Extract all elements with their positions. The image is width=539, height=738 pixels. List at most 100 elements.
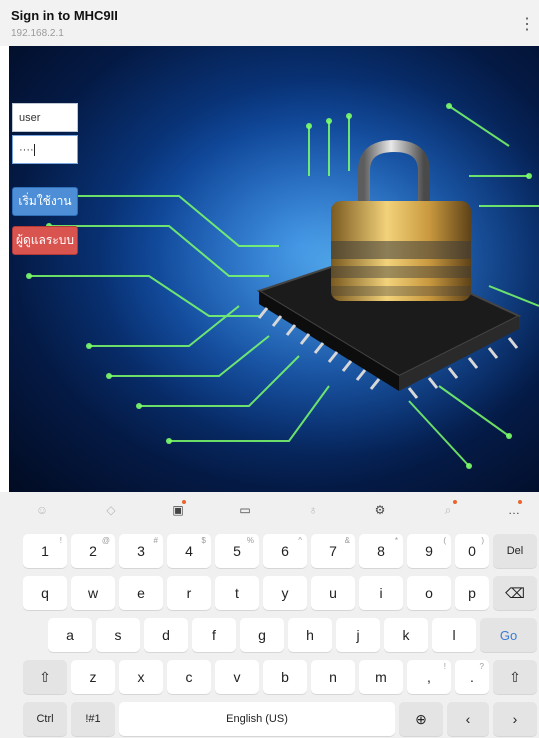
key-alt: $ [201,536,206,545]
key-1[interactable]: 1! [23,534,67,568]
key-label: 9 [425,543,433,559]
key-alt: ! [443,662,446,671]
key-y[interactable]: y [263,576,307,610]
key-label: 3 [137,543,145,559]
emoji-icon[interactable]: ☺ [34,502,50,518]
key-label: 4 [185,543,193,559]
sticker-icon[interactable]: ◇ [103,502,119,518]
notification-dot [453,500,457,504]
key-x[interactable]: x [119,660,163,694]
key-label: 5 [233,543,241,559]
search-icon[interactable]: ⌕ [440,502,456,518]
keyboard-toolbar: ☺ ◇ ▣ ▭ ♁ ⚙ ⌕ … [0,492,539,528]
key-m[interactable]: m [359,660,403,694]
key-6[interactable]: 6 ^ [263,534,307,568]
onscreen-keyboard: ☺ ◇ ▣ ▭ ♁ ⚙ ⌕ … 1! 2 @ 3 # 4 $ 5% 6 ^ 7 & 8 * … [0,492,539,738]
key-alt: # [153,536,158,545]
key-i[interactable]: i [359,576,403,610]
key-9[interactable]: 9( [407,534,451,568]
key-label: 0 [468,543,476,559]
key-period[interactable]: .? [455,660,489,694]
password-field[interactable]: ···· [12,135,78,164]
key-n[interactable]: n [311,660,355,694]
key-alt: ^ [298,536,302,545]
key-label: . [470,669,474,685]
key-j[interactable]: j [336,618,380,652]
key-label: 7 [329,543,337,559]
key-label: 6 [281,543,289,559]
key-z[interactable]: z [71,660,115,694]
password-value: ···· [19,144,34,156]
key-a[interactable]: a [48,618,92,652]
go-key[interactable]: Go [480,618,537,652]
text-cursor [33,144,35,157]
key-e[interactable]: e [119,576,163,610]
settings-icon[interactable]: ⚙ [372,502,388,518]
cursor-right-icon[interactable]: › [493,702,537,736]
key-4[interactable]: 4 $ [167,534,211,568]
mic-icon[interactable]: ♁ [305,502,321,518]
key-alt: % [246,536,254,545]
browser-header: Sign in to MHC9II 192.168.2.1 ⋮ [0,0,539,46]
key-b[interactable]: b [263,660,307,694]
key-label: 8 [377,543,385,559]
more-vertical-icon[interactable]: ⋮ [519,14,535,34]
delete-key[interactable]: Del [493,534,537,568]
key-alt: & [344,536,350,545]
security-background-image [26,76,539,469]
key-alt: ! [59,536,62,545]
key-alt: ? [479,662,484,671]
key-5[interactable]: 5% [215,534,259,568]
key-o[interactable]: o [407,576,451,610]
key-d[interactable]: d [144,618,188,652]
key-c[interactable]: c [167,660,211,694]
key-alt: ) [481,536,484,545]
key-g[interactable]: g [240,618,284,652]
key-label: , [427,669,431,685]
key-u[interactable]: u [311,576,355,610]
notification-dot [182,500,186,504]
username-value: user [19,112,41,124]
address-text[interactable]: 192.168.2.1 [11,28,64,39]
screen: Sign in to MHC9II 192.168.2.1 ⋮ user ···… [0,0,539,738]
key-0[interactable]: 0) [455,534,489,568]
key-alt: * [394,536,398,545]
key-label: 1 [41,543,49,559]
key-w[interactable]: w [71,576,115,610]
start-button[interactable]: เริ่มใช้งาน [12,187,78,216]
key-r[interactable]: r [167,576,211,610]
symbols-key[interactable]: !#1 [71,702,115,736]
key-t[interactable]: t [215,576,259,610]
ctrl-key[interactable]: Ctrl [23,702,67,736]
shift-right-icon[interactable]: ⇧ [493,660,537,694]
key-v[interactable]: v [215,660,259,694]
key-f[interactable]: f [192,618,236,652]
space-key[interactable]: English (US) [119,702,395,736]
clipboard-icon[interactable]: ▣ [170,502,186,518]
keyboard-icon[interactable]: ▭ [237,502,253,518]
globe-icon[interactable]: ⊕ [399,702,443,736]
key-2[interactable]: 2 @ [71,534,115,568]
shift-left-icon[interactable]: ⇧ [23,660,67,694]
key-alt: @ [101,536,110,545]
cursor-left-icon[interactable]: ‹ [447,702,489,736]
key-k[interactable]: k [384,618,428,652]
login-page: user ···· เริ่มใช้งาน ผู้ดูแลระบบ [9,46,539,492]
more-icon[interactable]: … [506,502,522,518]
key-comma[interactable]: ,! [407,660,451,694]
key-8[interactable]: 8 * [359,534,403,568]
key-p[interactable]: p [455,576,489,610]
key-3[interactable]: 3 # [119,534,163,568]
admin-button[interactable]: ผู้ดูแลระบบ [12,226,78,255]
key-alt: ( [443,536,446,545]
username-field[interactable]: user [12,103,78,132]
backspace-icon[interactable]: ⌫ [493,576,537,610]
key-label: 2 [89,543,97,559]
key-h[interactable]: h [288,618,332,652]
key-7[interactable]: 7 & [311,534,355,568]
notification-dot [518,500,522,504]
key-q[interactable]: q [23,576,67,610]
key-s[interactable]: s [96,618,140,652]
page-title: Sign in to MHC9II [11,8,118,23]
key-l[interactable]: l [432,618,476,652]
